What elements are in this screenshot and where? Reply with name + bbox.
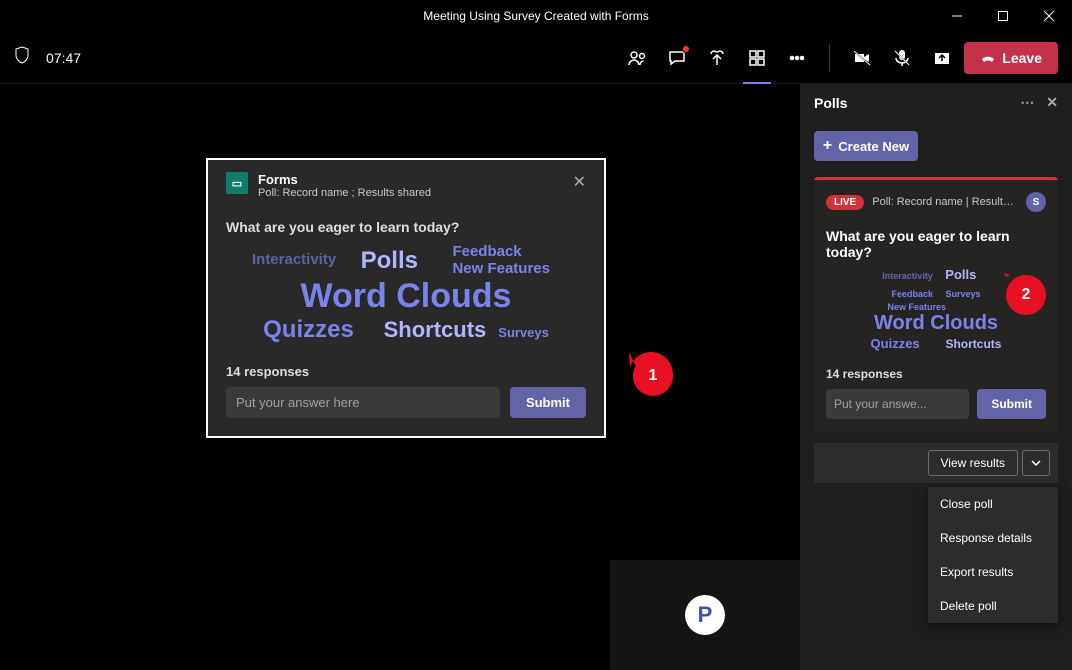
window-titlebar: Meeting Using Survey Created with Forms <box>0 0 1072 32</box>
poll-question: What are you eager to learn today? <box>826 228 1046 260</box>
meeting-toolbar: 07:47 Leave <box>0 32 1072 84</box>
menu-export-results[interactable]: Export results <box>928 555 1058 589</box>
callout-number: 2 <box>1004 273 1048 317</box>
minimize-button[interactable] <box>934 0 980 32</box>
word-polls: Polls <box>361 247 418 275</box>
chat-notification-dot <box>682 45 690 53</box>
poll-actions-menu: Close poll Response details Export resul… <box>814 487 1058 623</box>
poll-meta: Poll: Record name | Results s... <box>872 196 1018 208</box>
word-interactivity: Interactivity <box>882 271 933 281</box>
word-new-features: New Features <box>887 302 984 312</box>
more-icon[interactable]: ⋯ <box>1020 94 1034 111</box>
poll-question: What are you eager to learn today? <box>226 219 586 235</box>
word-surveys: Surveys <box>498 325 549 340</box>
menu-delete-poll[interactable]: Delete poll <box>928 589 1058 623</box>
forms-poll-card: ▭ Forms Poll: Record name ; Results shar… <box>206 158 606 438</box>
response-count: 14 responses <box>226 364 586 379</box>
word-polls: Polls <box>945 267 976 282</box>
avatar: P <box>685 595 725 635</box>
mic-off-icon[interactable] <box>884 40 920 76</box>
word-surveys: Surveys <box>945 289 980 299</box>
leave-button[interactable]: Leave <box>964 42 1058 74</box>
close-icon[interactable]: ✕ <box>1046 94 1058 111</box>
word-shortcuts: Shortcuts <box>945 337 1001 351</box>
maximize-button[interactable] <box>980 0 1026 32</box>
avatar-letter: P <box>698 602 713 628</box>
apps-icon[interactable] <box>739 40 775 76</box>
leave-label: Leave <box>1002 50 1042 66</box>
forms-subtitle: Poll: Record name ; Results shared <box>258 187 431 199</box>
response-count: 14 responses <box>826 367 1046 381</box>
close-button[interactable] <box>1026 0 1072 32</box>
panel-title: Polls <box>814 95 847 111</box>
view-results-bar: View results <box>814 443 1058 483</box>
callout-marker-1: 1 <box>629 352 673 396</box>
word-shortcuts: Shortcuts <box>384 317 487 342</box>
hangup-icon <box>980 50 996 66</box>
meeting-stage: ▭ Forms Poll: Record name ; Results shar… <box>0 84 800 670</box>
chat-icon[interactable] <box>659 40 695 76</box>
live-badge: LIVE <box>826 195 864 210</box>
callout-marker-2: 2 <box>1004 273 1048 317</box>
create-new-label: Create New <box>838 139 909 154</box>
share-icon[interactable] <box>924 40 960 76</box>
forms-app-icon: ▭ <box>226 172 248 194</box>
reactions-icon[interactable] <box>699 40 735 76</box>
author-avatar: S <box>1026 192 1046 212</box>
create-new-button[interactable]: + Create New <box>814 131 918 161</box>
window-title: Meeting Using Survey Created with Forms <box>423 9 648 23</box>
participant-tile: P <box>610 560 800 670</box>
word-cloud: Interactivity Polls Feedback New Feature… <box>226 235 586 350</box>
submit-button[interactable]: Submit <box>977 389 1046 419</box>
view-results-button[interactable]: View results <box>928 450 1018 476</box>
close-icon[interactable]: ✕ <box>573 172 586 192</box>
word-feedback: Feedback <box>891 289 933 299</box>
people-icon[interactable] <box>619 40 655 76</box>
word-word-clouds: Word Clouds <box>226 277 586 316</box>
menu-response-details[interactable]: Response details <box>928 521 1058 555</box>
author-avatar-letter: S <box>1033 197 1040 208</box>
answer-input[interactable] <box>826 389 969 419</box>
shield-icon <box>14 46 30 69</box>
word-new-features: New Features <box>452 260 550 277</box>
meeting-duration: 07:47 <box>46 50 81 66</box>
word-interactivity: Interactivity <box>252 251 336 268</box>
toolbar-separator <box>829 44 830 72</box>
menu-close-poll[interactable]: Close poll <box>928 487 1058 521</box>
camera-off-icon[interactable] <box>844 40 880 76</box>
forms-app-name: Forms <box>258 172 431 187</box>
more-icon[interactable] <box>779 40 815 76</box>
chevron-down-icon <box>1030 457 1042 469</box>
submit-button[interactable]: Submit <box>510 387 586 418</box>
answer-input[interactable] <box>226 387 500 418</box>
word-quizzes: Quizzes <box>871 336 920 351</box>
word-quizzes: Quizzes <box>263 316 354 343</box>
polls-panel: Polls ⋯ ✕ + Create New LIVE Poll: Record… <box>800 84 1072 670</box>
view-results-dropdown[interactable] <box>1022 450 1050 476</box>
callout-number: 1 <box>629 352 673 396</box>
word-feedback: Feedback <box>452 243 550 260</box>
